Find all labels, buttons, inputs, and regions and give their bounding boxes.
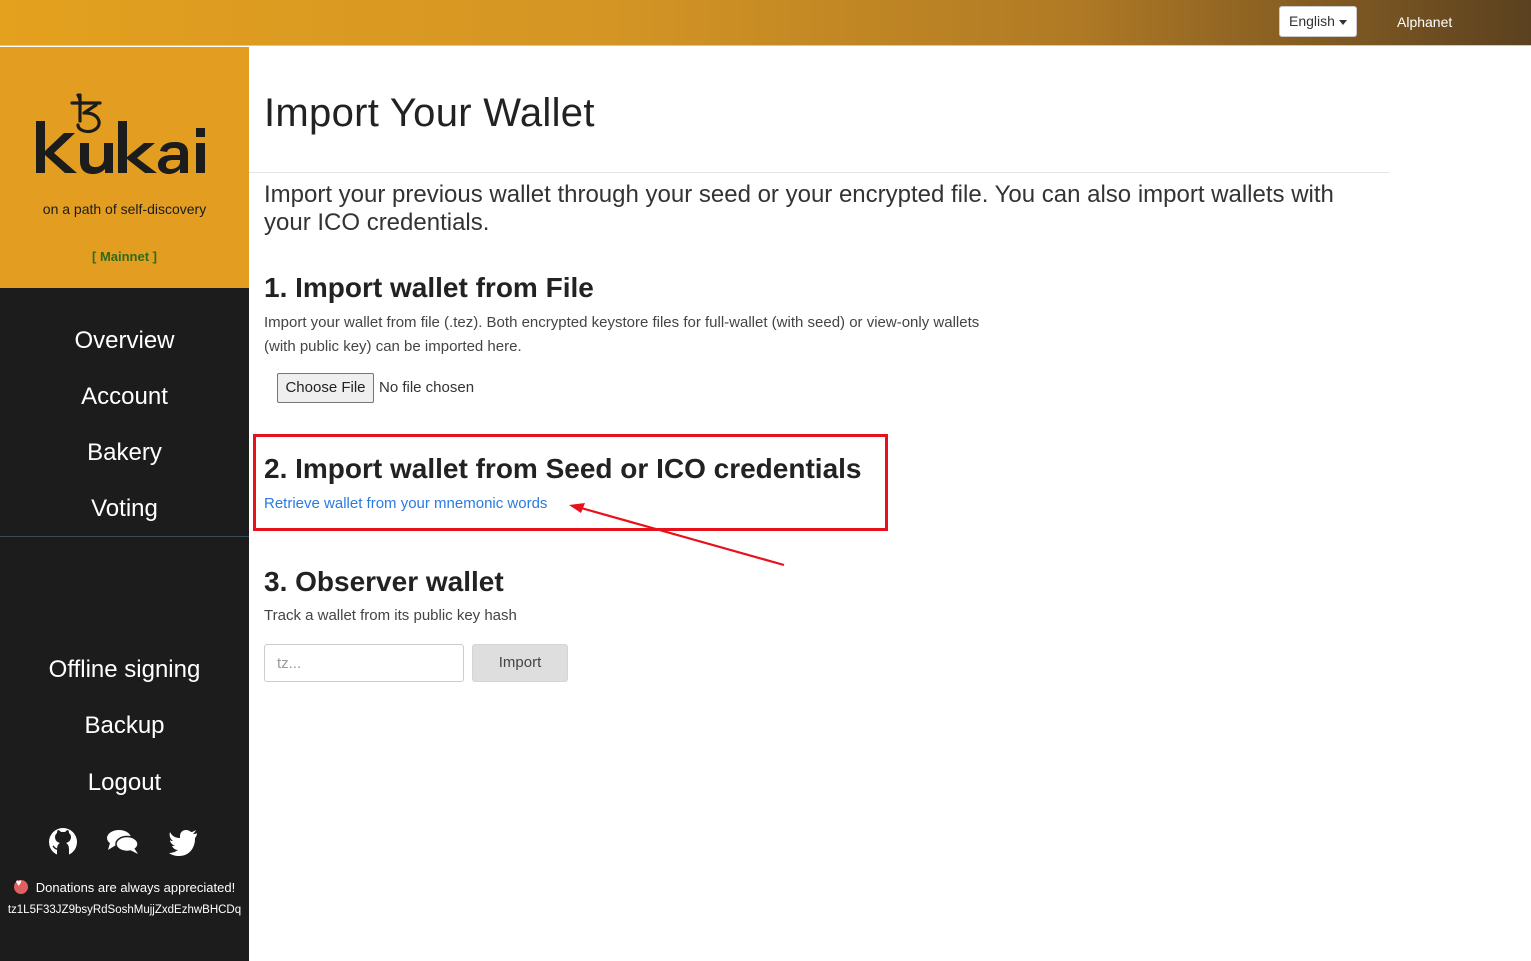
sidebar-item-bakery[interactable]: Bakery (0, 439, 249, 467)
section-seed-heading: 2. Import wallet from Seed or ICO creden… (264, 453, 862, 484)
import-button[interactable]: Import (472, 644, 568, 682)
kukai-logo (36, 93, 205, 174)
network-label[interactable]: Alphanet (1397, 14, 1452, 30)
section-observer-heading: 3. Observer wallet (264, 566, 504, 597)
file-status: No file chosen (379, 379, 475, 396)
section-file-heading: 1. Import wallet from File (264, 272, 594, 303)
chevron-down-icon (1339, 20, 1347, 25)
section-observer-description: Track a wallet from its public key hash (264, 607, 517, 624)
brand-panel: on a path of self-discovery [ Mainnet ] (0, 47, 249, 288)
twitter-icon[interactable] (169, 827, 199, 857)
choose-file-button[interactable]: Choose File (277, 373, 374, 403)
social-links (0, 827, 249, 859)
sidebar-item-offline-signing[interactable]: Offline signing (0, 656, 249, 684)
page-title: Import Your Wallet (264, 91, 595, 135)
donation-note: Donations are always appreciated! (0, 878, 249, 895)
sidebar: on a path of self-discovery [ Mainnet ] … (0, 47, 249, 961)
top-bar: English Alphanet (0, 0, 1531, 46)
annotation-arrow (569, 503, 785, 567)
github-icon[interactable] (48, 827, 78, 857)
network-badge: [ Mainnet ] (92, 249, 157, 264)
sidebar-item-account[interactable]: Account (0, 383, 249, 411)
mnemonic-link[interactable]: Retrieve wallet from your mnemonic words (264, 495, 547, 512)
sidebar-item-backup[interactable]: Backup (0, 712, 249, 740)
intro-text: Import your previous wallet through your… (264, 181, 1334, 236)
chat-icon[interactable] (106, 827, 140, 857)
donation-text: Donations are always appreciated! (35, 880, 236, 895)
public-key-hash-input[interactable] (264, 644, 464, 682)
tagline: on a path of self-discovery (42, 201, 207, 217)
nav-divider (0, 536, 249, 537)
sidebar-item-overview[interactable]: Overview (0, 327, 249, 355)
title-divider (249, 172, 1389, 173)
donation-address[interactable]: tz1L5F33JZ9bsyRdSoshMujjZxdEzhwBHCDq (0, 904, 249, 916)
sidebar-item-voting[interactable]: Voting (0, 495, 249, 523)
sidebar-item-logout[interactable]: Logout (0, 769, 249, 797)
heart-icon (13, 878, 28, 894)
section-file-description: Import your wallet from file (.tez). Bot… (264, 314, 980, 355)
language-dropdown[interactable]: English (1279, 6, 1357, 37)
language-label: English (1289, 13, 1335, 29)
